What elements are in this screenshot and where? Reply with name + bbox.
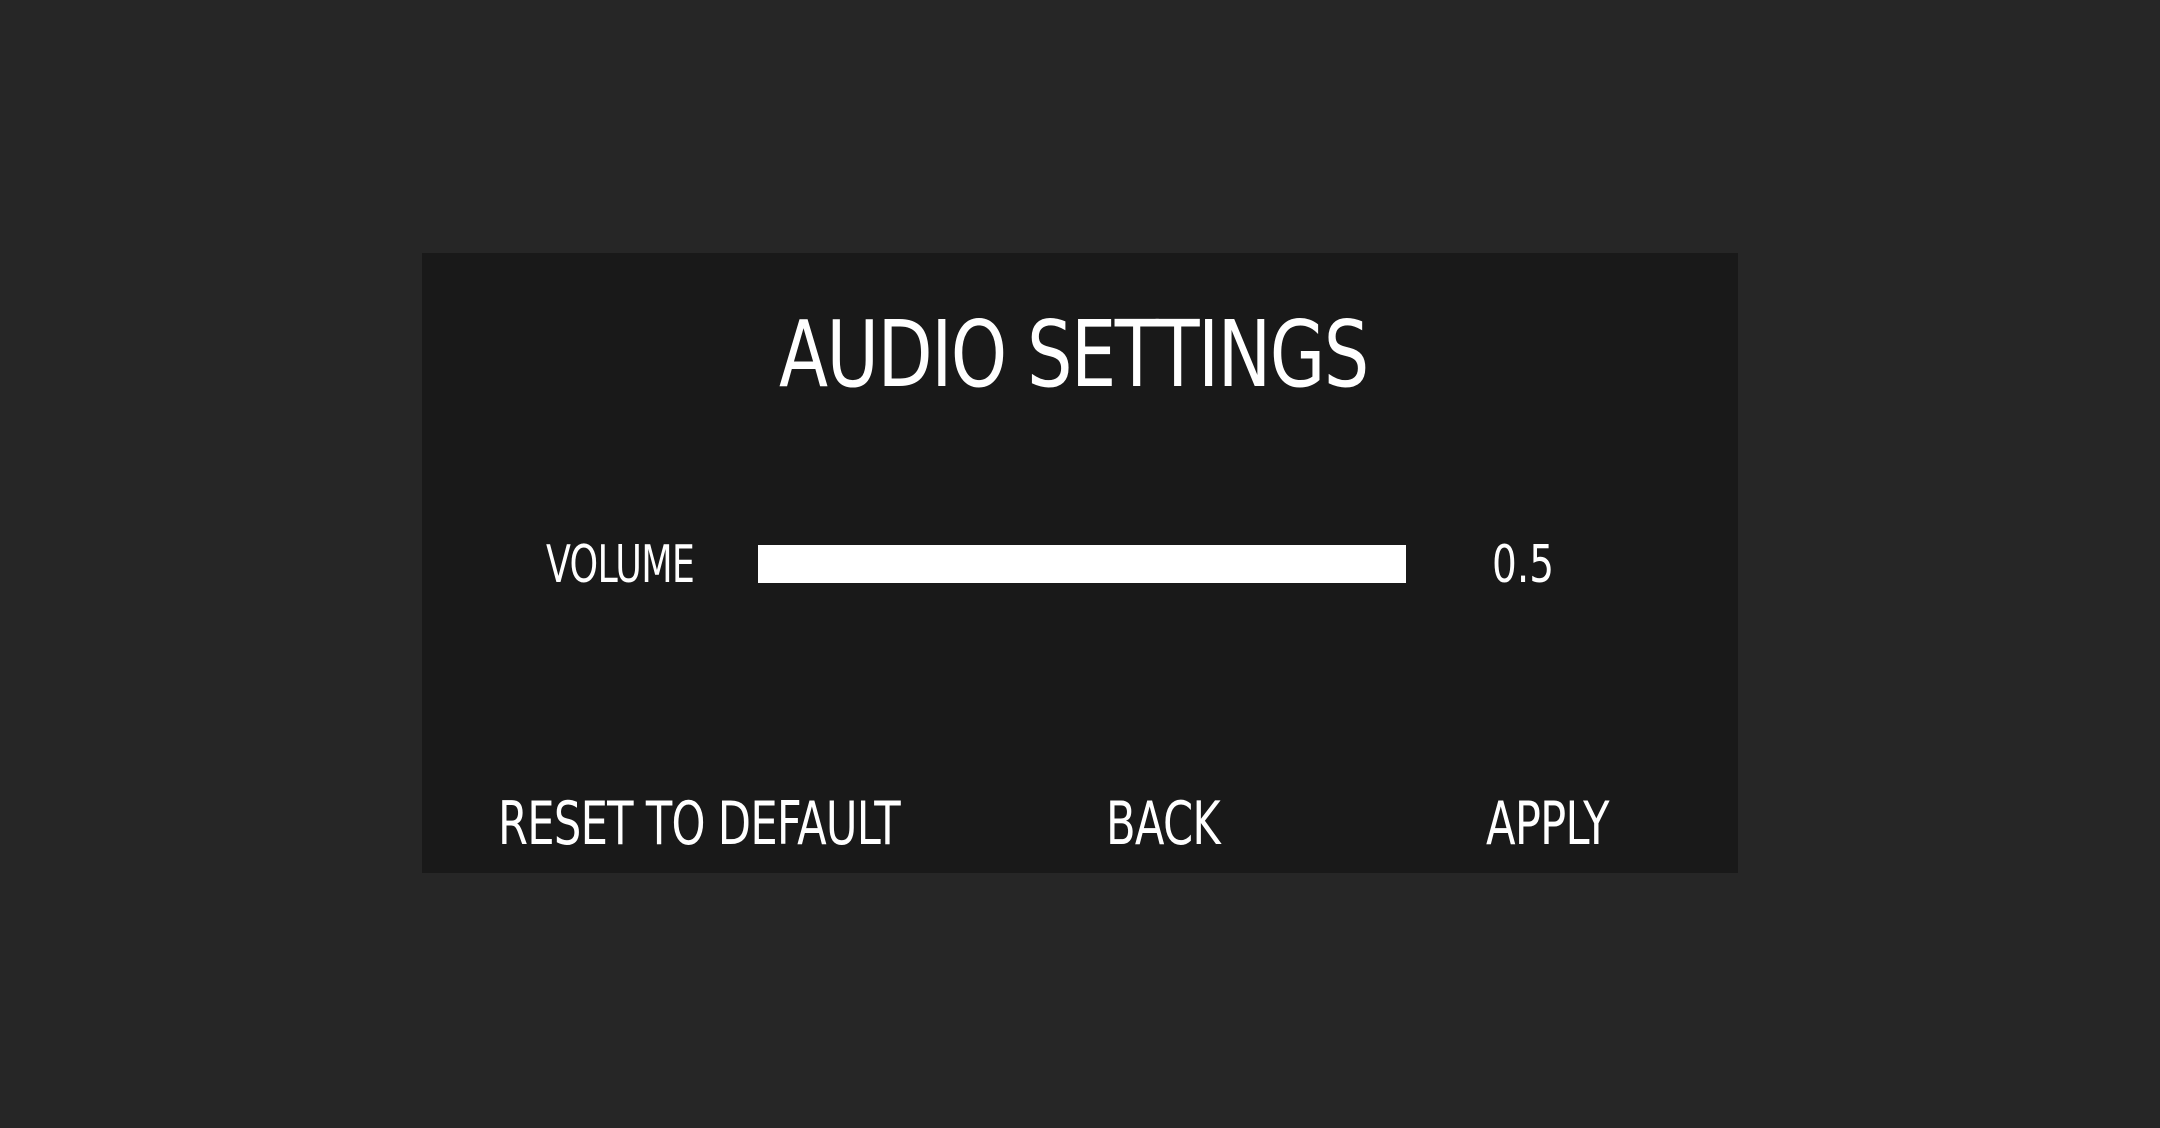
volume-label: VOLUME: [546, 535, 695, 595]
audio-settings-panel: AUDIO SETTINGS VOLUME 0.5 RESET TO DEFAU…: [422, 253, 1738, 873]
page-title: AUDIO SETTINGS: [778, 301, 1369, 408]
apply-button[interactable]: APPLY: [1486, 789, 1610, 859]
volume-slider[interactable]: [758, 545, 1406, 583]
back-button[interactable]: BACK: [1106, 789, 1221, 859]
volume-slider-fill: [758, 545, 1406, 583]
volume-value: 0.5: [1492, 535, 1555, 595]
reset-to-default-button[interactable]: RESET TO DEFAULT: [498, 789, 901, 859]
